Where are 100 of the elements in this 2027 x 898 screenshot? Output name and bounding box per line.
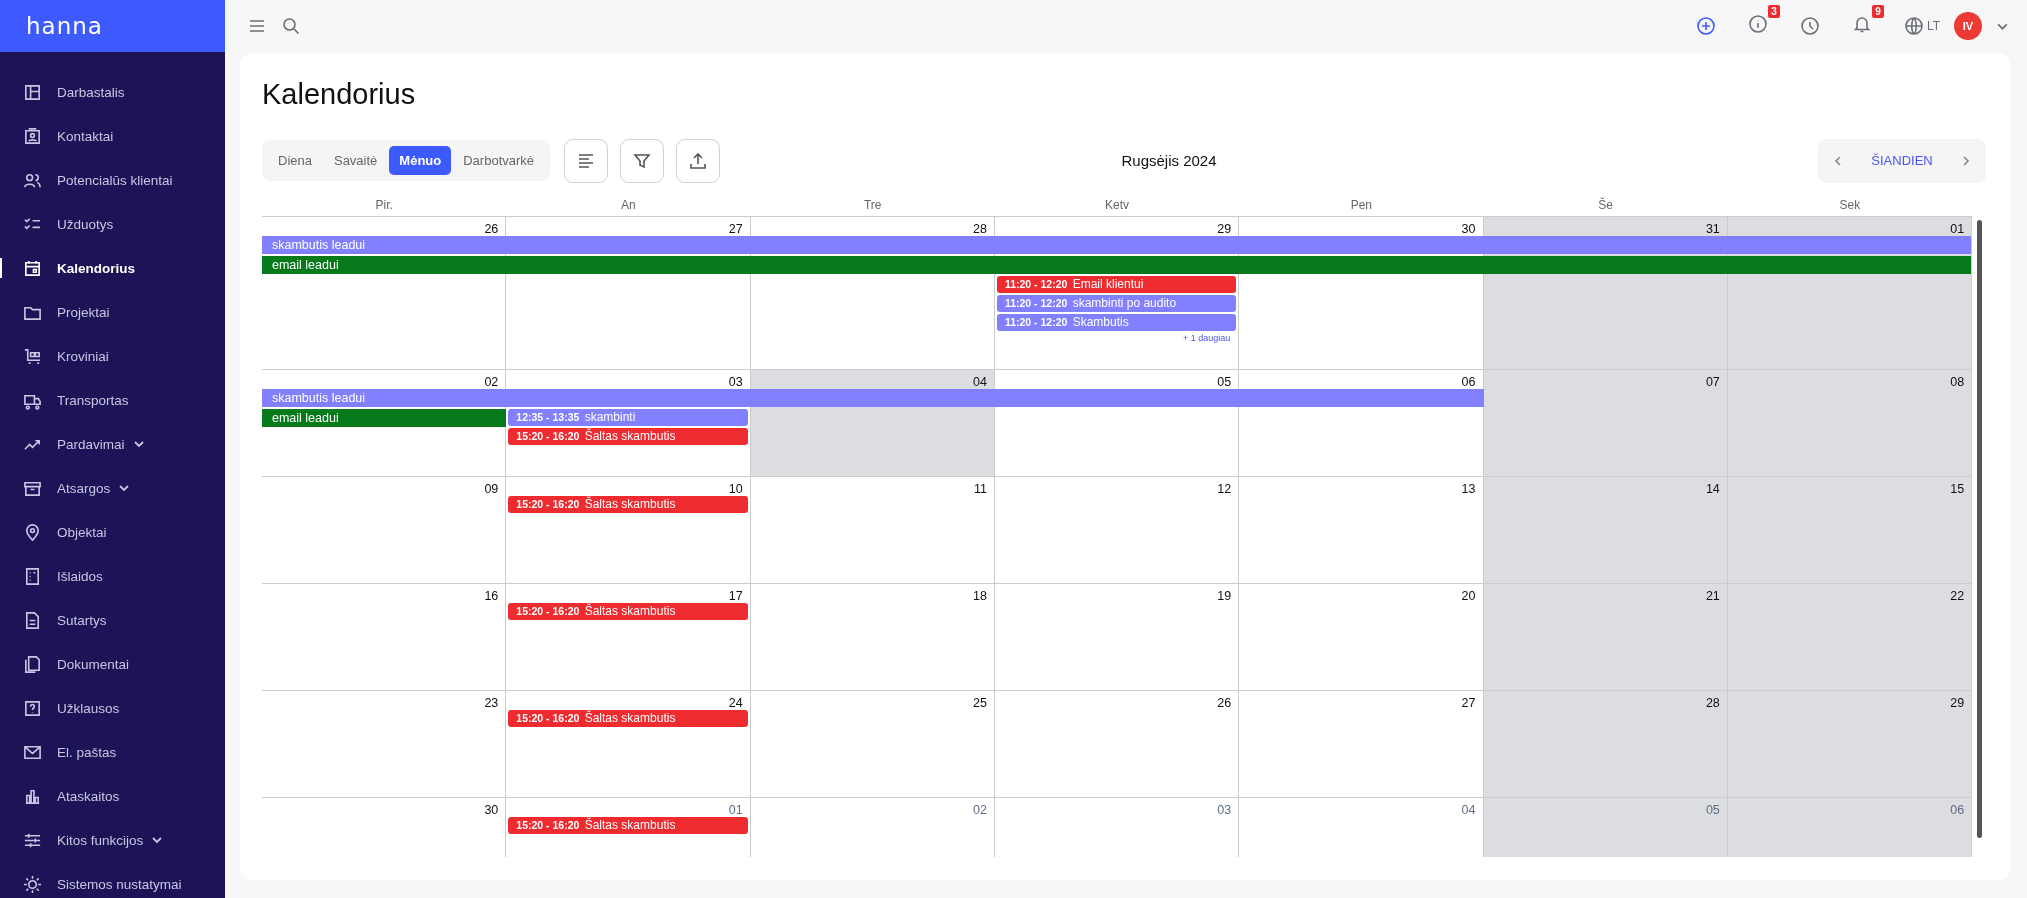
sidebar-item[interactable]: Kontaktai	[0, 114, 225, 158]
weekday-header: An	[620, 197, 637, 214]
sidebar-item[interactable]: Sistemos nustatymai	[0, 862, 225, 898]
calendar-icon	[23, 258, 42, 278]
day-number: 21	[1705, 588, 1720, 603]
bell-icon[interactable]	[1851, 14, 1872, 34]
day-cell[interactable]: 24 15:20 - 16:20 Šaltas skambutis	[506, 690, 751, 797]
all-day-event-segment[interactable]	[1727, 255, 1972, 274]
calendar-event[interactable]: 15:20 - 16:20 Šaltas skambutis	[508, 602, 748, 620]
sidebar-item[interactable]: Potencialūs klientai	[0, 158, 225, 202]
day-cell[interactable]: 22	[1727, 583, 1973, 690]
sidebar-item[interactable]: Atsargos	[0, 466, 225, 510]
day-number: 02	[973, 802, 987, 817]
day-cell[interactable]: 01	[1727, 216, 1973, 369]
view-tab[interactable]: Darbotvarkė	[453, 146, 545, 176]
day-cell[interactable]: 07	[1483, 369, 1728, 476]
view-tab[interactable]: Mėnuo	[389, 146, 452, 176]
sidebar-item[interactable]: Objektai	[0, 510, 225, 554]
sidebar-item[interactable]: Darbastalis	[0, 70, 225, 114]
day-cell[interactable]: 05	[994, 369, 1240, 476]
more-events-link[interactable]: + 1 daugiau	[996, 332, 1237, 343]
day-cell[interactable]: 03 12:35 - 13:35 skambinti 15:20 - 16:20 Šaltas skambutis	[506, 369, 751, 476]
day-number: 20	[1461, 588, 1476, 603]
logo[interactable]: hanna	[26, 13, 103, 39]
day-cell[interactable]: 30	[1239, 216, 1484, 369]
day-cell[interactable]: 06	[1239, 369, 1484, 476]
day-cell[interactable]: 27	[506, 216, 751, 369]
day-cell[interactable]: 06	[1727, 797, 1973, 857]
upload-icon	[688, 150, 709, 171]
sidebar-item[interactable]: El. paštas	[0, 730, 225, 774]
sidebar-item[interactable]: Išlaidos	[0, 554, 225, 598]
language-selector[interactable]: LT	[1903, 16, 1940, 36]
day-cell[interactable]: 21	[1483, 583, 1728, 690]
day-number: 17	[728, 588, 743, 603]
day-cell[interactable]: 28	[750, 216, 995, 369]
day-number: 13	[1461, 481, 1476, 496]
day-cell[interactable]: 17 15:20 - 16:20 Šaltas skambutis	[506, 583, 751, 690]
day-number: 06	[1461, 374, 1476, 389]
export-button[interactable]	[676, 138, 721, 183]
day-number: 05	[1217, 374, 1232, 389]
day-cell[interactable]: 31	[1483, 216, 1728, 369]
sidebar-item[interactable]: Pardavimai	[0, 422, 225, 466]
day-number: 06	[1950, 802, 1965, 817]
previous-icon[interactable]	[1832, 154, 1844, 167]
sidebar-item[interactable]: Dokumentai	[0, 642, 225, 686]
day-number: 27	[728, 221, 743, 236]
day-cell[interactable]: 10 15:20 - 16:20 Šaltas skambutis	[506, 476, 751, 583]
calendar-event[interactable]: 15:20 - 16:20 Šaltas skambutis	[508, 709, 748, 727]
today-button[interactable]: ŠIANDIEN	[1865, 152, 1939, 170]
day-number: 29	[1950, 695, 1965, 710]
weekday-header: Pir.	[374, 197, 394, 214]
day-number: 27	[1461, 695, 1476, 710]
view-tab[interactable]: Diena	[268, 146, 322, 176]
all-day-event-segment[interactable]: email leadui	[262, 255, 507, 274]
search-icon[interactable]	[281, 16, 301, 36]
day-cell[interactable]: 08	[1727, 369, 1973, 476]
day-cell[interactable]: 26 skambutis leadui email leadui	[262, 216, 507, 369]
day-cell[interactable]: 02 skambutis leadui email leadui	[262, 369, 507, 476]
day-cell[interactable]: 14	[1483, 476, 1728, 583]
day-cell[interactable]: 05	[1483, 797, 1728, 857]
list-view-button[interactable]	[564, 138, 609, 183]
day-cell[interactable]: 28	[1483, 690, 1728, 797]
calendar-event[interactable]: 15:20 - 16:20 Šaltas skambutis	[508, 816, 748, 834]
calendar-event[interactable]: 11:20 - 12:20 Email klientui	[996, 275, 1237, 293]
day-cell[interactable]: 29	[1727, 690, 1973, 797]
sidebar-item[interactable]: Transportas	[0, 378, 225, 422]
day-cell[interactable]: 29 11:20 - 12:20 Email klientui 11:20 - 12:20 skambinti po audito 11:20 - 12:20 Skambutis + 1 daugiau	[994, 216, 1240, 369]
day-number: 05	[1705, 802, 1720, 817]
count-badge: 3	[1768, 5, 1780, 18]
user-avatar[interactable]: IV	[1954, 12, 1982, 40]
all-day-event-segment[interactable]: email leadui	[262, 408, 507, 427]
view-tab[interactable]: Savaitė	[323, 146, 388, 176]
sidebar-item[interactable]: Užduotys	[0, 202, 225, 246]
clock-icon[interactable]	[1799, 16, 1820, 36]
day-number: 24	[728, 695, 743, 710]
info-icon[interactable]	[1747, 14, 1768, 34]
day-cell[interactable]: 01 15:20 - 16:20 Šaltas skambutis	[506, 797, 751, 857]
sidebar-item[interactable]: Ataskaitos	[0, 774, 225, 818]
sidebar-item[interactable]: Kitos funkcijos	[0, 818, 225, 862]
page-title: Kalendorius	[262, 77, 417, 112]
calendar-event[interactable]: 15:20 - 16:20 Šaltas skambutis	[508, 427, 748, 445]
calendar-event[interactable]: 15:20 - 16:20 Šaltas skambutis	[508, 495, 748, 513]
scrollbar[interactable]	[1976, 219, 1982, 838]
next-icon[interactable]	[1960, 154, 1972, 167]
day-number: 26	[1217, 695, 1232, 710]
add-icon[interactable]	[1695, 16, 1716, 36]
sidebar-item[interactable]: Kroviniai	[0, 334, 225, 378]
sidebar-item[interactable]: Sutartys	[0, 598, 225, 642]
sidebar-item[interactable]: Kalendorius	[0, 246, 225, 290]
day-cell[interactable]: 15	[1727, 476, 1973, 583]
day-number: 18	[973, 588, 987, 603]
all-day-event-segment[interactable]	[1239, 388, 1484, 407]
all-day-event-segment[interactable]	[1727, 235, 1972, 254]
day-cell[interactable]: 04	[750, 369, 995, 476]
day-number: 01	[1950, 221, 1965, 236]
globe-icon	[1903, 16, 1924, 36]
sidebar-item[interactable]: Užklausos	[0, 686, 225, 730]
filter-button[interactable]	[620, 138, 665, 183]
sidebar-item[interactable]: Projektai	[0, 290, 225, 334]
contact-card-icon	[23, 126, 42, 146]
